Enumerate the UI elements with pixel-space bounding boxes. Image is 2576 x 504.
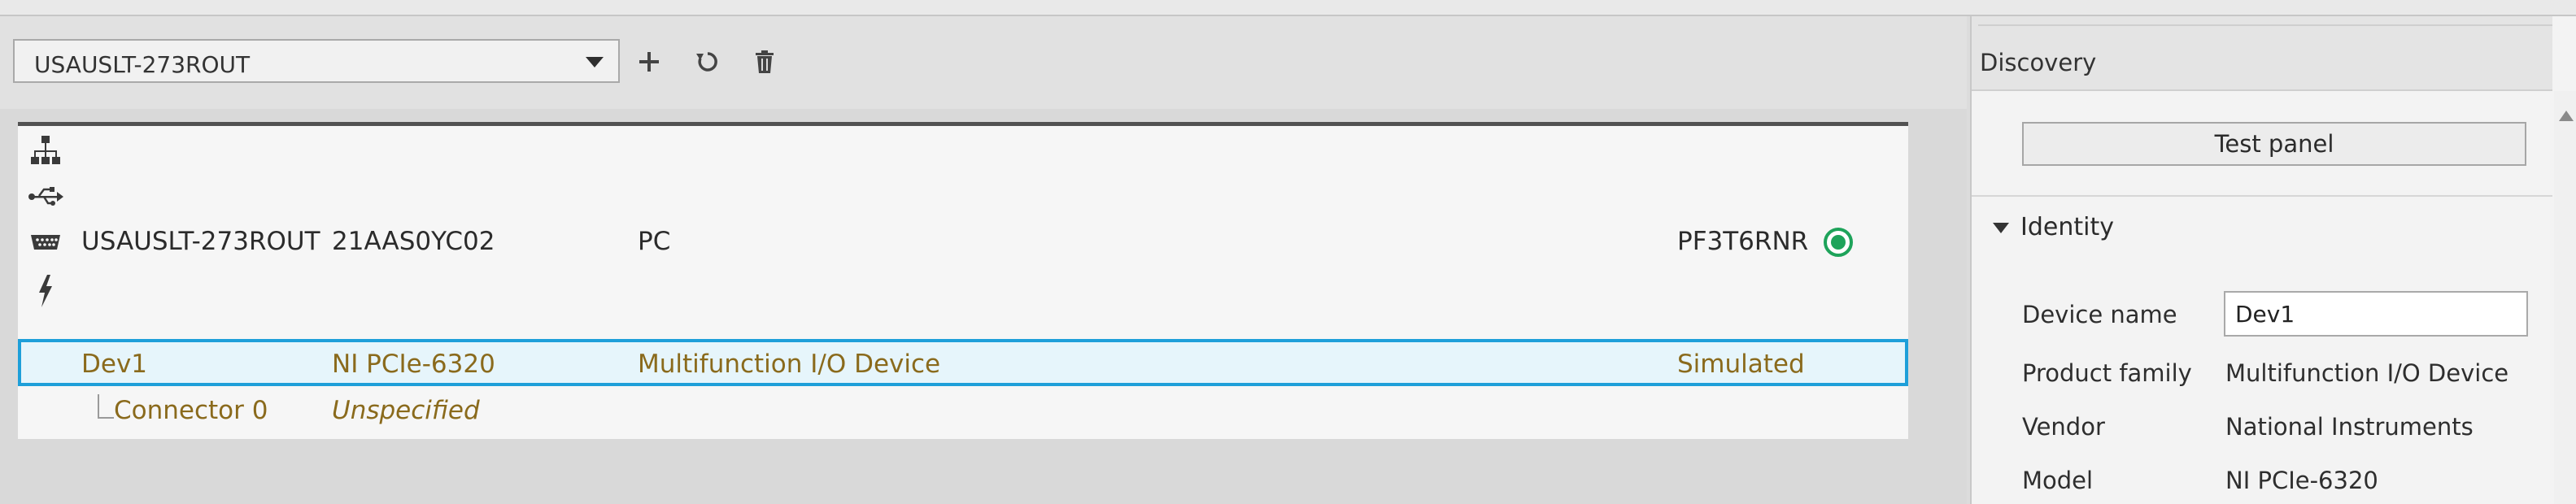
vendor-label: Vendor: [2022, 413, 2105, 441]
properties-content: Test panel Identity Device name Product …: [1972, 91, 2552, 504]
system-type: PC: [638, 227, 671, 256]
tab-discovery-label: Discovery: [1980, 49, 2097, 76]
tab-discovery[interactable]: Discovery: [1977, 16, 2552, 89]
tree-connector-line: [98, 394, 114, 419]
plus-icon: [639, 52, 659, 72]
device-row-selected[interactable]: Dev1 NI PCIe-6320 Multifunction I/O Devi…: [18, 339, 1908, 386]
tab-bar: Discovery: [1972, 16, 2552, 91]
system-selector-dropdown[interactable]: USAUSLT-273ROUT: [13, 39, 620, 83]
serial-port-icon: [24, 222, 67, 263]
system-status: PF3T6RNR: [1677, 227, 1809, 256]
identity-section-label: Identity: [2020, 213, 2114, 241]
device-status: Simulated: [1677, 350, 1805, 379]
delete-button[interactable]: [743, 41, 786, 83]
triangle-down-icon[interactable]: [1993, 223, 2009, 233]
properties-scrollbar[interactable]: [2554, 91, 2576, 504]
power-icon: [24, 271, 67, 311]
model-label: Model: [2022, 467, 2094, 494]
device-list-pane: USAUSLT-273ROUT USAUSLT-273ROUT 21AAS0YC…: [0, 16, 1967, 504]
connector-value: Unspecified: [332, 396, 480, 425]
device-family: Multifunction I/O Device: [638, 350, 941, 379]
trash-icon: [756, 50, 774, 73]
chevron-down-icon[interactable]: [586, 57, 604, 67]
test-panel-button[interactable]: Test panel: [2022, 122, 2526, 166]
device-name-field[interactable]: [2224, 291, 2528, 337]
scroll-up-arrow-icon[interactable]: [2559, 111, 2574, 121]
refresh-icon: [696, 52, 717, 72]
usb-icon: [24, 176, 67, 217]
product-family-label: Product family: [2022, 359, 2192, 387]
device-name-label: Device name: [2022, 301, 2177, 328]
top-title-strip: [0, 0, 2576, 16]
model-value: NI PCIe-6320: [2225, 467, 2378, 494]
status-ok-icon: [1824, 228, 1853, 257]
connector-name: Connector 0: [114, 396, 268, 425]
system-selector-value: USAUSLT-273ROUT: [34, 51, 251, 78]
divider: [1972, 195, 2552, 197]
identity-section-header[interactable]: Identity: [1993, 213, 2114, 241]
refresh-button[interactable]: [686, 41, 729, 83]
system-serial: 21AAS0YC02: [332, 227, 495, 256]
toolbar: USAUSLT-273ROUT: [0, 16, 1967, 109]
product-family-value: Multifunction I/O Device: [2225, 359, 2509, 387]
network-icon: [24, 130, 67, 171]
properties-pane: Discovery Test panel Identity Device nam…: [1970, 16, 2576, 504]
device-table: USAUSLT-273ROUT 21AAS0YC02 PC PF3T6RNR D…: [18, 122, 1908, 439]
vendor-value: National Instruments: [2225, 413, 2474, 441]
add-button[interactable]: [628, 41, 670, 83]
system-name: USAUSLT-273ROUT: [81, 227, 320, 256]
device-name: Dev1: [81, 350, 148, 379]
device-model: NI PCIe-6320: [332, 350, 495, 379]
